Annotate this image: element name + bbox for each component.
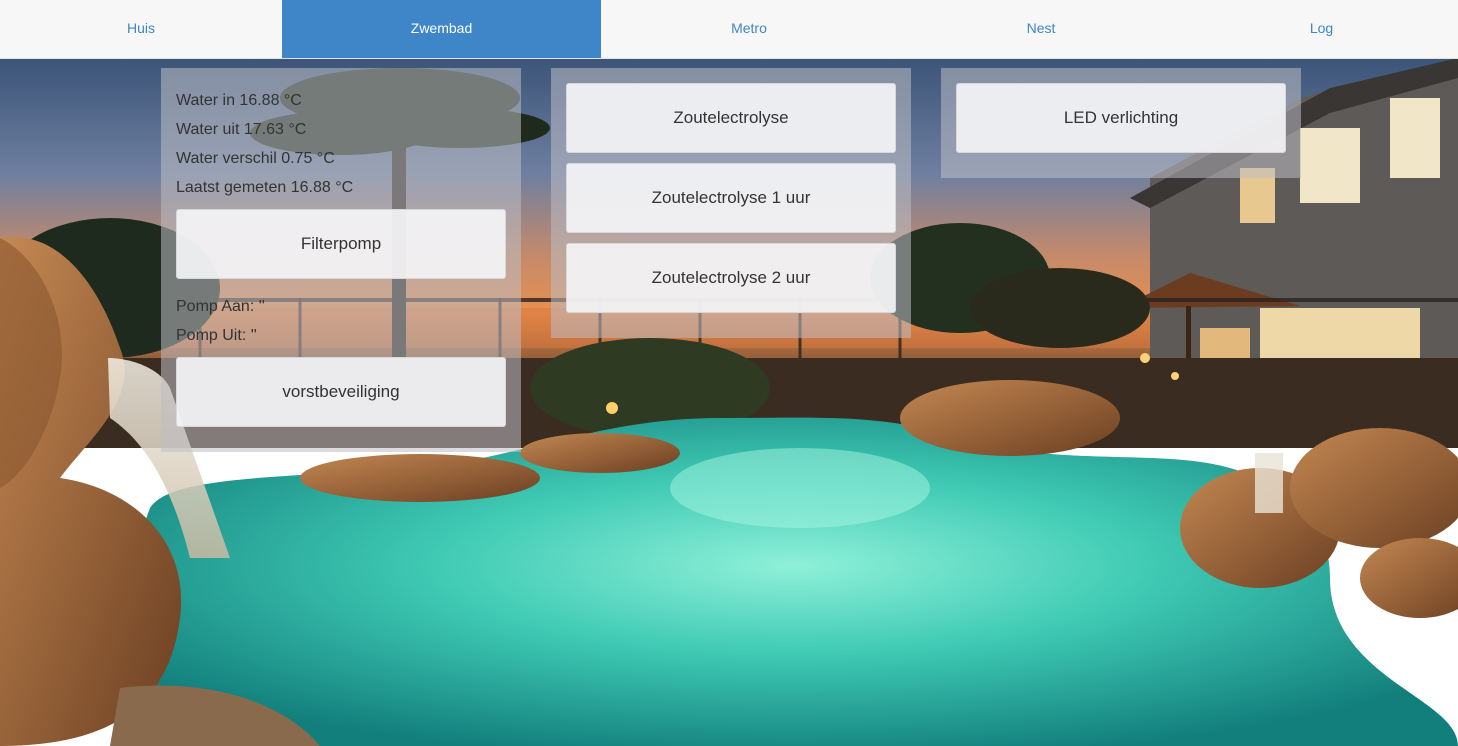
salt-electrolysis-2h-button[interactable]: Zoutelectrolyse 2 uur <box>566 243 896 313</box>
last-measured-readout: Laatst gemeten 16.88 °C <box>176 179 354 196</box>
salt-electrolysis-1h-button[interactable]: Zoutelectrolyse 1 uur <box>566 163 896 233</box>
tab-huis[interactable]: Huis <box>0 0 282 58</box>
water-out-readout: Water uit 17.63 °C <box>176 121 307 138</box>
tab-log[interactable]: Log <box>1185 0 1458 58</box>
lighting-panel: LED verlichting <box>941 68 1301 178</box>
tab-metro[interactable]: Metro <box>601 0 897 58</box>
top-navigation: Huis Zwembad Metro Nest Log <box>0 0 1458 59</box>
pump-off-readout: Pomp Uit: '' <box>176 327 257 344</box>
water-in-readout: Water in 16.88 °C <box>176 92 302 109</box>
tab-zwembad[interactable]: Zwembad <box>282 0 601 58</box>
led-lighting-button[interactable]: LED verlichting <box>956 83 1286 153</box>
frost-protection-button[interactable]: vorstbeveiliging <box>176 357 506 427</box>
water-diff-readout: Water verschil 0.75 °C <box>176 150 335 167</box>
filterpump-button[interactable]: Filterpomp <box>176 209 506 279</box>
salt-electrolysis-button[interactable]: Zoutelectrolyse <box>566 83 896 153</box>
pool-status-panel: Water in 16.88 °C Water uit 17.63 °C Wat… <box>161 68 521 452</box>
pump-on-readout: Pomp Aan: '' <box>176 298 265 315</box>
salt-electrolysis-panel: Zoutelectrolyse Zoutelectrolyse 1 uur Zo… <box>551 68 911 338</box>
tab-nest[interactable]: Nest <box>897 0 1185 58</box>
